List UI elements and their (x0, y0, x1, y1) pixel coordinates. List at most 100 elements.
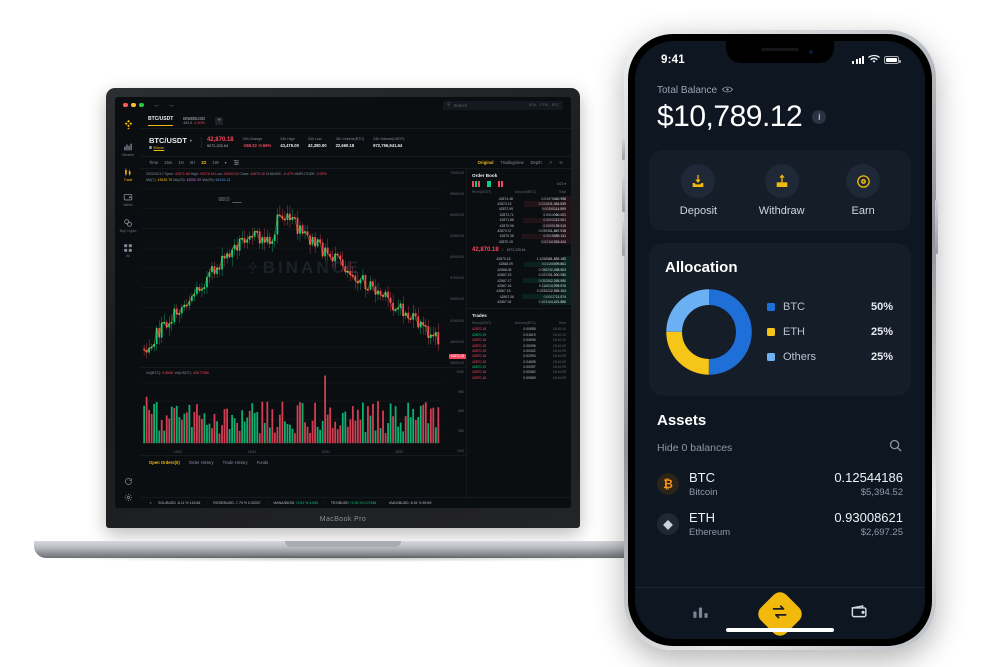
ticker-change: +2.51 % (295, 501, 309, 505)
deposit-button[interactable]: Deposit (680, 164, 717, 217)
interval-15m[interactable]: 15m (164, 160, 172, 165)
chevron-down-icon[interactable]: ▾ (190, 138, 192, 143)
trade-price: 42870.19 (472, 365, 487, 370)
interval-1w[interactable]: 1W (212, 160, 218, 165)
view-original[interactable]: Original (478, 160, 494, 165)
orderbook-row[interactable]: 42870.96 0.00091 39.010 (467, 222, 571, 229)
asset-row-eth[interactable]: ◆ ETH Ethereum 0.93008621 $2,697.25 (657, 498, 903, 538)
markets-tab[interactable] (691, 602, 710, 626)
binance-trading-app: ← → ⚲ Search ADA FTM BTC Markets Trade W… (115, 97, 571, 508)
add-pair-button[interactable]: + (215, 116, 224, 125)
pair-tab-bnb-busd[interactable]: BNB/BUSD 484.6 -2.40% (183, 116, 205, 126)
arrow-right-icon[interactable]: → (168, 102, 175, 109)
search-tag-ftm[interactable]: FTM (540, 103, 547, 107)
svg-text:69000.00: 69000.00 (218, 196, 229, 202)
screenshot-root: ← → ⚲ Search ADA FTM BTC Markets Trade W… (0, 0, 1008, 667)
withdraw-button[interactable]: Withdraw (759, 164, 805, 217)
ticker-pair-name[interactable]: BTC/USDT ▾ (149, 136, 192, 145)
interval-1h[interactable]: 1H (178, 160, 183, 165)
orderbook-row[interactable]: 42867.16 0.11663 4,999.576 (467, 283, 571, 289)
mute-switch[interactable] (622, 140, 625, 160)
close-window-button[interactable] (123, 102, 128, 108)
trade-amount: 0.04655 (523, 359, 536, 364)
earn-button[interactable]: Earn (846, 164, 881, 217)
interval-4h[interactable]: 4H (190, 160, 195, 165)
orderbook-row[interactable]: 42870.19 0.02161 926.424 (467, 239, 571, 245)
asset-row-btc[interactable]: ₿ BTC Bitcoin 0.12544186 $5,394.52 (657, 458, 903, 498)
volume-up-button[interactable] (622, 178, 625, 212)
expand-icon[interactable]: ↗ (549, 160, 553, 165)
tab-funds[interactable]: Funds (257, 460, 269, 465)
orderbook-row[interactable]: 42868.08 0.05829 2,498.903 (467, 267, 571, 273)
sidebar-item-all[interactable]: All (115, 243, 141, 259)
interval-1d[interactable]: 1D (201, 160, 206, 165)
price-tick-8: 48000.00 (450, 339, 464, 344)
search-tag-btc[interactable]: BTC (552, 103, 559, 107)
power-button[interactable] (935, 200, 938, 254)
search-icon[interactable] (888, 438, 903, 458)
orderbook-mode-asks[interactable] (498, 181, 504, 187)
ticker-pair-block: BTC/USDT ▾ Bitcoin (149, 136, 192, 150)
price-chart[interactable]: 2022/01/17 Open: 43071.66 High: 43176.18… (141, 169, 466, 368)
search-quick-tags[interactable]: ADA FTM BTC (529, 103, 559, 107)
arrow-left-icon[interactable]: ← (154, 102, 161, 109)
macbook-model-label: MacBook Pro (319, 516, 367, 523)
tab-order-history[interactable]: Order History (189, 460, 214, 465)
sidebar-item-wallet[interactable]: Wallet (115, 192, 141, 208)
eye-icon[interactable] (721, 85, 734, 96)
navigation-arrows[interactable]: ← → (154, 102, 175, 109)
orderbook-step-select[interactable]: 0.01 ▾ (557, 182, 566, 186)
sidebar-item-buy-crypto[interactable]: Buy Crypto (115, 217, 141, 233)
orderbook-row[interactable]: 42867.04 0.10316 4,421.886 (467, 299, 571, 305)
search-tag-ada[interactable]: ADA (529, 103, 536, 107)
window-controls[interactable] (123, 102, 144, 108)
ticker-item[interactable]: TRX/BUSD +2.00 % 0.07156 (331, 501, 376, 505)
volume-down-button[interactable] (622, 222, 625, 256)
ob-price: 42867.06 (499, 294, 514, 299)
status-indicators (852, 51, 901, 69)
trade-row: 42870.19 0.00097 18:10:09 (467, 364, 571, 369)
deposit-label: Deposit (679, 205, 718, 217)
orderbook-mode-bids[interactable] (486, 181, 492, 187)
pair-tab-btc-usdt[interactable]: BTC/USDT (148, 116, 174, 126)
ob-amount: 0.05286 (538, 278, 551, 283)
volume-chart[interactable]: Vol(BTC): 9.584K Vol(USDT): 408.776M 120… (141, 368, 466, 455)
order-book-asks: 42874.48 0.01075 440.958 42873.13 0.02483 1,0… (467, 196, 571, 245)
trade-amount: 0.01619 (523, 332, 536, 337)
view-tradingview[interactable]: TradingView (500, 160, 523, 165)
orderbook-row[interactable]: 42872.99 0.00358 114.899 (467, 206, 571, 213)
asset-fullname-btc: Bitcoin (689, 487, 718, 498)
ticker-item[interactable]: MANA/BUSD +2.51 % 3.053 (274, 501, 319, 505)
main-content: BTC/USDT BNB/BUSD 484.6 -2.40% + BTC/USD… (141, 113, 571, 508)
ticker-item[interactable]: AVAX/BUSD -6.51 % 89.69 (389, 501, 431, 505)
tab-trade-history[interactable]: Trade History (223, 460, 248, 465)
sidebar-item-trade[interactable]: Trade (115, 166, 141, 182)
sidebar-item-markets[interactable]: Markets (115, 141, 141, 157)
minimize-window-button[interactable] (131, 102, 136, 108)
info-icon[interactable]: i (812, 110, 827, 124)
swap-tab[interactable] (754, 588, 806, 639)
hide-zero-balances-toggle[interactable]: Hide 0 balances (657, 442, 732, 454)
interval-time[interactable]: Time (149, 160, 158, 165)
maximize-window-button[interactable] (139, 102, 144, 108)
ticker-pair-sub[interactable]: Bitcoin (149, 146, 192, 150)
legend-item-eth: ETH 25% (767, 326, 893, 338)
screenshot-icon[interactable]: ☷ (559, 160, 563, 165)
tab-open-orders[interactable]: Open Orders(0) (149, 460, 180, 465)
ticker-pair-fullname: Bitcoin (153, 145, 165, 150)
refresh-icon[interactable] (124, 477, 133, 486)
settings-icon[interactable] (124, 493, 133, 502)
bottom-ticker-strip[interactable]: ★ SOL/BUSD -6.11 % 143.66 | ROSE/BUSD -7.79… (141, 497, 571, 508)
wallet-tab[interactable] (850, 602, 869, 626)
ob-price: 42867.16 (497, 283, 512, 288)
chevron-down-icon[interactable]: ▾ (225, 160, 227, 165)
search-bar[interactable]: ⚲ Search ADA FTM BTC (443, 100, 563, 110)
laptop-screen: ← → ⚲ Search ADA FTM BTC Markets Trade W… (115, 97, 571, 508)
indicators-icon[interactable] (233, 159, 240, 167)
orderbook-mode-both[interactable] (472, 181, 480, 187)
ticker-item[interactable]: ROSE/BUSD -7.79 % 0.32037 (213, 501, 260, 505)
ticker-item[interactable]: SOL/BUSD -6.11 % 143.66 (158, 501, 200, 505)
binance-logo[interactable] (123, 119, 134, 130)
view-depth[interactable]: Depth (531, 160, 542, 165)
phone-frame: 9:41 Total Balance $10,789.12 i Deposit … (622, 30, 938, 650)
